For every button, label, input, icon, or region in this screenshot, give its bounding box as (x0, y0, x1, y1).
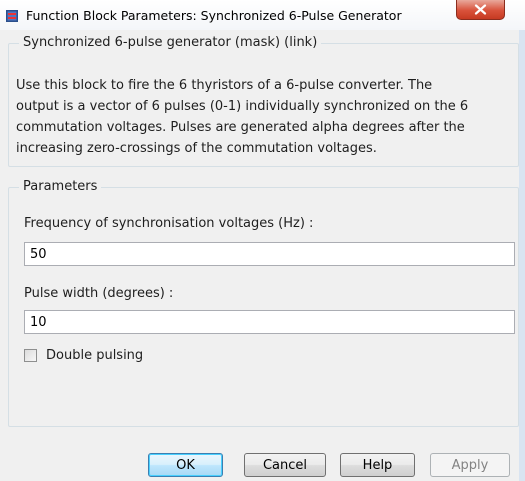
pulse-width-input[interactable] (24, 310, 515, 334)
double-pulsing-option[interactable]: Double pulsing (24, 348, 143, 363)
frequency-input[interactable] (24, 242, 515, 266)
cancel-button[interactable]: Cancel (244, 453, 326, 477)
description-line: Use this block to fire the 6 thyristors … (16, 78, 433, 93)
double-pulsing-checkbox[interactable] (24, 349, 37, 362)
frequency-label: Frequency of synchronisation voltages (H… (24, 216, 314, 231)
window-frame-right (519, 30, 525, 481)
parameters-group-title: Parameters (19, 179, 102, 194)
help-button[interactable]: Help (340, 453, 415, 477)
title-bar[interactable]: Function Block Parameters: Synchronized … (0, 0, 525, 30)
ok-button[interactable]: OK (148, 453, 223, 477)
simulink-block-icon (6, 10, 18, 22)
description-group-title: Synchronized 6-pulse generator (mask) (l… (19, 35, 322, 50)
apply-button[interactable]: Apply (430, 453, 510, 477)
description-line: commutation voltages. Pulses are generat… (16, 120, 465, 135)
close-icon (474, 4, 487, 15)
pulse-width-label: Pulse width (degrees) : (24, 286, 174, 301)
double-pulsing-label: Double pulsing (46, 348, 144, 363)
close-button[interactable] (456, 0, 505, 20)
description-line: output is a vector of 6 pulses (0-1) ind… (16, 99, 469, 114)
description-text: Use this block to fire the 6 thyristors … (16, 75, 516, 159)
description-line: increasing zero-crossings of the commuta… (16, 141, 377, 156)
window-title: Function Block Parameters: Synchronized … (26, 8, 402, 23)
